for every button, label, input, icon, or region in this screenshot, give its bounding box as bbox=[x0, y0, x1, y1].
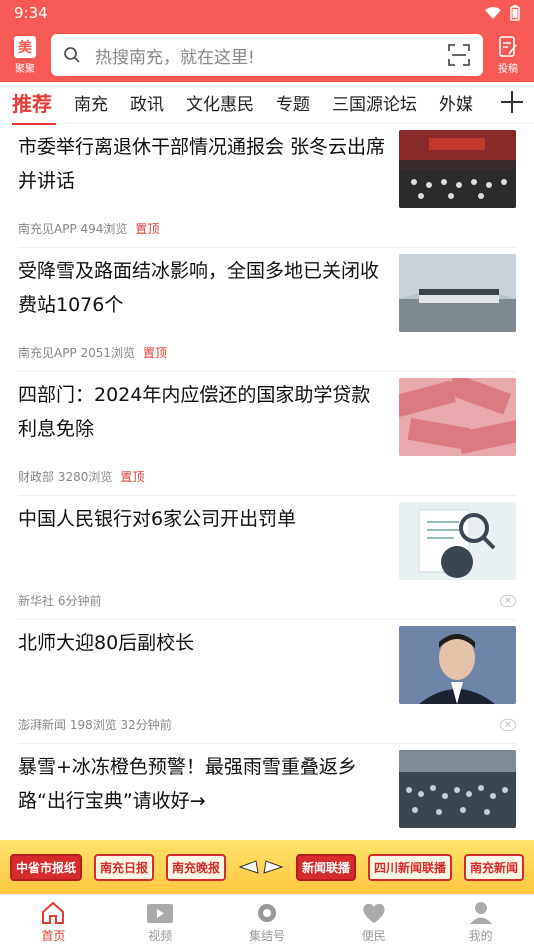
news-list: 市委举行离退休干部情况通报会 张冬云出席并讲话 南充见APP 494浏览 置顶 受… bbox=[0, 124, 534, 868]
tab-forum[interactable]: 三国源论坛 bbox=[332, 90, 417, 115]
banner-item[interactable]: 四川新闻联播 bbox=[367, 853, 452, 881]
app-screen: 9:34 美 聚聚 热搜南充，就在这里! 投稿 推荐 南充 政讯 文化惠民 专题… bbox=[0, 0, 534, 950]
news-meta: 南充见APP 494浏览 置顶 bbox=[18, 222, 160, 236]
video-icon bbox=[147, 904, 174, 923]
app-logo[interactable]: 美 聚聚 bbox=[0, 35, 50, 75]
banner-item[interactable]: 南充日报 bbox=[93, 853, 154, 881]
news-thumbnail bbox=[399, 502, 516, 580]
tab-nanchong[interactable]: 南充 bbox=[74, 90, 108, 115]
news-thumbnail bbox=[399, 750, 516, 828]
news-thumbnail bbox=[399, 378, 516, 456]
news-meta: 新华社 6分钟前 bbox=[18, 594, 102, 608]
home-icon bbox=[42, 901, 65, 924]
news-thumbnail bbox=[399, 254, 516, 332]
news-thumbnail bbox=[399, 130, 516, 208]
clock: 9:34 bbox=[14, 4, 48, 22]
pinned-badge: 置顶 bbox=[143, 346, 168, 360]
news-meta: 澎湃新闻 198浏览 32分钟前 bbox=[18, 718, 172, 732]
news-meta: 南充见APP 2051浏览 置顶 bbox=[18, 346, 168, 360]
logo-mark: 美 bbox=[14, 35, 36, 58]
tab-politics[interactable]: 政讯 bbox=[130, 90, 164, 115]
tab-culture[interactable]: 文化惠民 bbox=[186, 90, 254, 115]
edit-icon bbox=[499, 36, 517, 57]
nav-home[interactable]: 首页 bbox=[0, 895, 107, 950]
nav-services[interactable]: 便民 bbox=[320, 895, 427, 950]
add-channel-icon[interactable] bbox=[498, 88, 526, 116]
search-icon bbox=[64, 47, 80, 63]
search-box[interactable]: 热搜南充，就在这里! bbox=[51, 34, 483, 76]
pointing-hands-icon bbox=[238, 860, 284, 874]
news-title: 市委举行离退休干部情况通报会 张冬云出席并讲话 bbox=[18, 136, 386, 192]
scan-icon[interactable] bbox=[447, 43, 471, 67]
nav-profile[interactable]: 我的 bbox=[427, 895, 534, 950]
heart-icon bbox=[363, 903, 385, 923]
banner-item[interactable]: 南充新闻 bbox=[463, 853, 524, 881]
user-icon bbox=[469, 902, 492, 924]
news-title: 暴雪+冰冻橙色预警！最强雨雪重叠返乡路“出行宝典”请收好→ bbox=[18, 756, 357, 812]
wifi-icon bbox=[485, 7, 501, 19]
news-item[interactable]: 北师大迎80后副校长 澎湃新闻 198浏览 32分钟前 × bbox=[18, 620, 516, 744]
banner-item[interactable]: 中省市报纸 bbox=[9, 853, 82, 881]
status-bar: 9:34 bbox=[0, 0, 534, 26]
news-item[interactable]: 四部门：2024年内应偿还的国家助学贷款利息免除 财政部 3280浏览 置顶 bbox=[18, 372, 516, 496]
news-item[interactable]: 受降雪及路面结冰影响，全国多地已关闭收费站1076个 南充见APP 2051浏览… bbox=[18, 248, 516, 372]
nav-rally[interactable]: 集结号 bbox=[214, 895, 321, 950]
post-button[interactable]: 投稿 bbox=[490, 36, 526, 75]
rally-icon bbox=[257, 904, 276, 922]
battery-icon bbox=[510, 5, 520, 21]
news-thumbnail bbox=[399, 626, 516, 704]
dismiss-icon[interactable]: × bbox=[500, 719, 516, 731]
news-meta: 财政部 3280浏览 置顶 bbox=[18, 470, 145, 484]
search-placeholder: 热搜南充，就在这里! bbox=[95, 47, 255, 68]
news-title: 中国人民银行对6家公司开出罚单 bbox=[18, 508, 297, 530]
pinned-badge: 置顶 bbox=[120, 470, 145, 484]
nav-video[interactable]: 视频 bbox=[107, 895, 214, 950]
tab-foreign-media[interactable]: 外媒 bbox=[439, 90, 473, 115]
header: 美 聚聚 热搜南充，就在这里! 投稿 bbox=[0, 30, 534, 80]
logo-label: 聚聚 bbox=[15, 63, 35, 75]
media-banner[interactable]: 中省市报纸 南充日报 南充晚报 新闻联播 四川新闻联播 南充新闻 bbox=[0, 840, 534, 894]
dismiss-icon[interactable]: × bbox=[500, 595, 516, 607]
banner-item[interactable]: 新闻联播 bbox=[295, 853, 356, 881]
post-label: 投稿 bbox=[498, 64, 518, 75]
bottom-nav: 首页 视频 集结号 便民 我的 bbox=[0, 894, 534, 950]
banner-item[interactable]: 南充晚报 bbox=[165, 853, 226, 881]
news-title: 受降雪及路面结冰影响，全国多地已关闭收费站1076个 bbox=[18, 260, 380, 316]
pinned-badge: 置顶 bbox=[135, 222, 160, 236]
category-tabs: 推荐 南充 政讯 文化惠民 专题 三国源论坛 外媒 bbox=[0, 82, 534, 125]
news-title: 北师大迎80后副校长 bbox=[18, 632, 195, 654]
top-bar: 9:34 美 聚聚 热搜南充，就在这里! 投稿 bbox=[0, 0, 534, 82]
tab-topics[interactable]: 专题 bbox=[276, 90, 310, 115]
news-item[interactable]: 中国人民银行对6家公司开出罚单 新华社 6分钟前 × bbox=[18, 496, 516, 620]
news-item[interactable]: 市委举行离退休干部情况通报会 张冬云出席并讲话 南充见APP 494浏览 置顶 bbox=[18, 124, 516, 248]
news-title: 四部门：2024年内应偿还的国家助学贷款利息免除 bbox=[18, 384, 371, 440]
tab-recommend[interactable]: 推荐 bbox=[12, 88, 56, 125]
